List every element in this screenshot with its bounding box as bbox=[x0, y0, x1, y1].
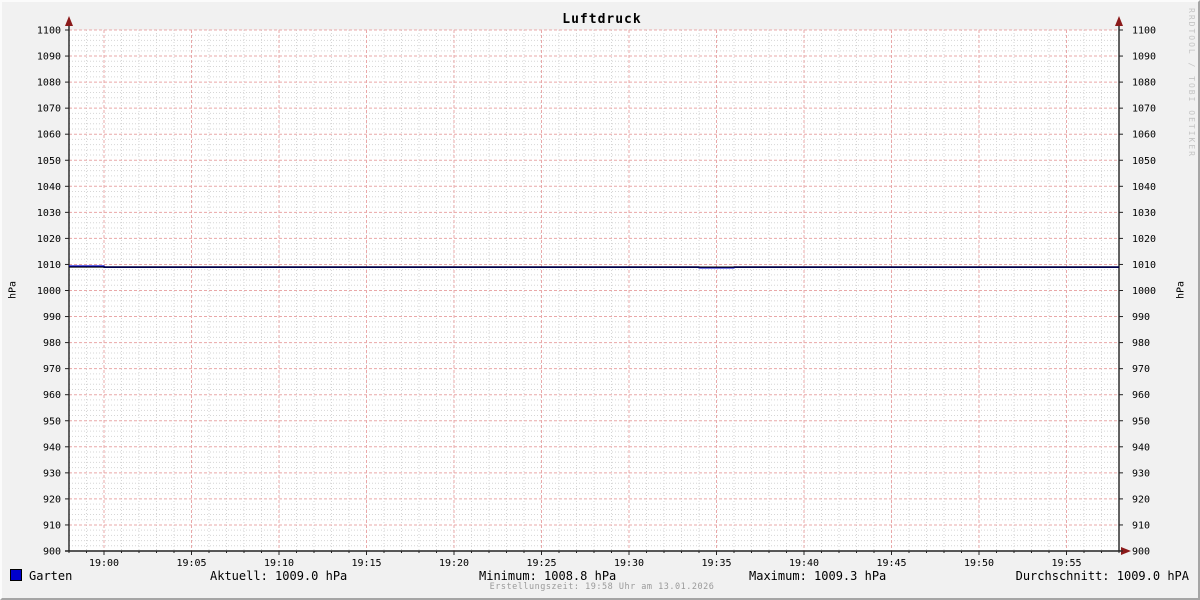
y-tick-label-right: 1040 bbox=[1132, 182, 1156, 193]
y-tick-label-right: 980 bbox=[1132, 338, 1150, 349]
y-tick-label-right: 1100 bbox=[1132, 26, 1156, 37]
y-tick-label-left: 940 bbox=[43, 442, 61, 453]
y-tick-label-right: 1070 bbox=[1132, 104, 1156, 115]
y-tick-label-left: 1100 bbox=[37, 26, 61, 37]
y-tick-label-left: 1040 bbox=[37, 182, 61, 193]
stat-durchschnitt: Durchschnitt: 1009.0 hPA bbox=[1015, 569, 1189, 583]
x-tick-label: 19:35 bbox=[701, 558, 731, 569]
y-tick-label-left: 990 bbox=[43, 312, 61, 323]
y-tick-label-left: 1070 bbox=[37, 104, 61, 115]
y-tick-label-right: 990 bbox=[1132, 312, 1150, 323]
y-tick-label-right: 1090 bbox=[1132, 52, 1156, 63]
y-axis-unit-right: hPa bbox=[1175, 280, 1187, 300]
y-tick-label-right: 920 bbox=[1132, 494, 1150, 505]
stat-maximum: Maximum: 1009.3 hPa bbox=[749, 569, 887, 583]
x-tick-label: 19:45 bbox=[876, 558, 906, 569]
y-tick-label-right: 1020 bbox=[1132, 234, 1156, 245]
y-tick-label-left: 980 bbox=[43, 338, 61, 349]
x-tick-label: 19:30 bbox=[614, 558, 644, 569]
x-tick-label: 19:15 bbox=[351, 558, 381, 569]
y-tick-label-left: 1060 bbox=[37, 130, 61, 141]
y-tick-label-left: 920 bbox=[43, 494, 61, 505]
legend-series-garten: Garten bbox=[10, 569, 72, 583]
y-tick-label-right: 970 bbox=[1132, 364, 1150, 375]
x-tick-label: 19:25 bbox=[526, 558, 556, 569]
y-axis-unit-left: hPa bbox=[7, 280, 19, 300]
plot-area: 900 900 910 910 920 920 930 930 940 940 950 950 960 9… bbox=[37, 16, 1156, 569]
rrdtool-watermark: RRDTOOL / TOBI OETIKER bbox=[1187, 8, 1196, 158]
y-tick-label-left: 970 bbox=[43, 364, 61, 375]
creation-time: Erstellungszeit: 19:58 Uhr am 13.01.2026 bbox=[489, 582, 715, 592]
y-tick-label-left: 950 bbox=[43, 416, 61, 427]
y-tick-label-right: 950 bbox=[1132, 416, 1150, 427]
x-tick-label: 19:55 bbox=[1051, 558, 1081, 569]
y-tick-label-left: 1000 bbox=[37, 286, 61, 297]
x-tick-label: 19:40 bbox=[789, 558, 819, 569]
y-tick-label-right: 910 bbox=[1132, 520, 1150, 531]
x-tick-label: 19:20 bbox=[439, 558, 469, 569]
series-color-swatch bbox=[10, 569, 22, 581]
y-tick-label-left: 910 bbox=[43, 520, 61, 531]
x-tick-label: 19:10 bbox=[264, 558, 294, 569]
y-axis-arrow-left bbox=[65, 16, 73, 26]
rrdtool-graph: Luftdruck 900 900 910 910 920 920 930 930 940 940… bbox=[0, 0, 1200, 600]
y-tick-label-left: 1010 bbox=[37, 260, 61, 271]
y-tick-label-right: 930 bbox=[1132, 468, 1150, 479]
y-tick-label-left: 1090 bbox=[37, 52, 61, 63]
y-tick-label-right: 1010 bbox=[1132, 260, 1156, 271]
x-tick-label: 19:50 bbox=[964, 558, 994, 569]
y-tick-label-left: 930 bbox=[43, 468, 61, 479]
x-tick-label: 19:00 bbox=[89, 558, 119, 569]
y-tick-label-left: 1030 bbox=[37, 208, 61, 219]
y-tick-label-right: 1030 bbox=[1132, 208, 1156, 219]
stat-aktuell: Aktuell: 1009.0 hPa bbox=[210, 569, 348, 583]
y-tick-label-right: 900 bbox=[1132, 547, 1150, 558]
y-tick-label-right: 1060 bbox=[1132, 130, 1156, 141]
y-tick-label-right: 960 bbox=[1132, 390, 1150, 401]
y-tick-label-left: 900 bbox=[43, 547, 61, 558]
y-axis-arrow-right bbox=[1115, 16, 1123, 26]
y-tick-label-left: 960 bbox=[43, 390, 61, 401]
y-tick-label-right: 1050 bbox=[1132, 156, 1156, 167]
y-tick-label-right: 1080 bbox=[1132, 78, 1156, 89]
y-tick-label-right: 1000 bbox=[1132, 286, 1156, 297]
y-tick-label-left: 1020 bbox=[37, 234, 61, 245]
stat-minimum: Minimum: 1008.8 hPa bbox=[479, 569, 617, 583]
y-tick-label-right: 940 bbox=[1132, 442, 1150, 453]
x-tick-label: 19:05 bbox=[176, 558, 206, 569]
y-tick-label-left: 1050 bbox=[37, 156, 61, 167]
series-label: Garten bbox=[29, 569, 73, 583]
y-tick-label-left: 1080 bbox=[37, 78, 61, 89]
